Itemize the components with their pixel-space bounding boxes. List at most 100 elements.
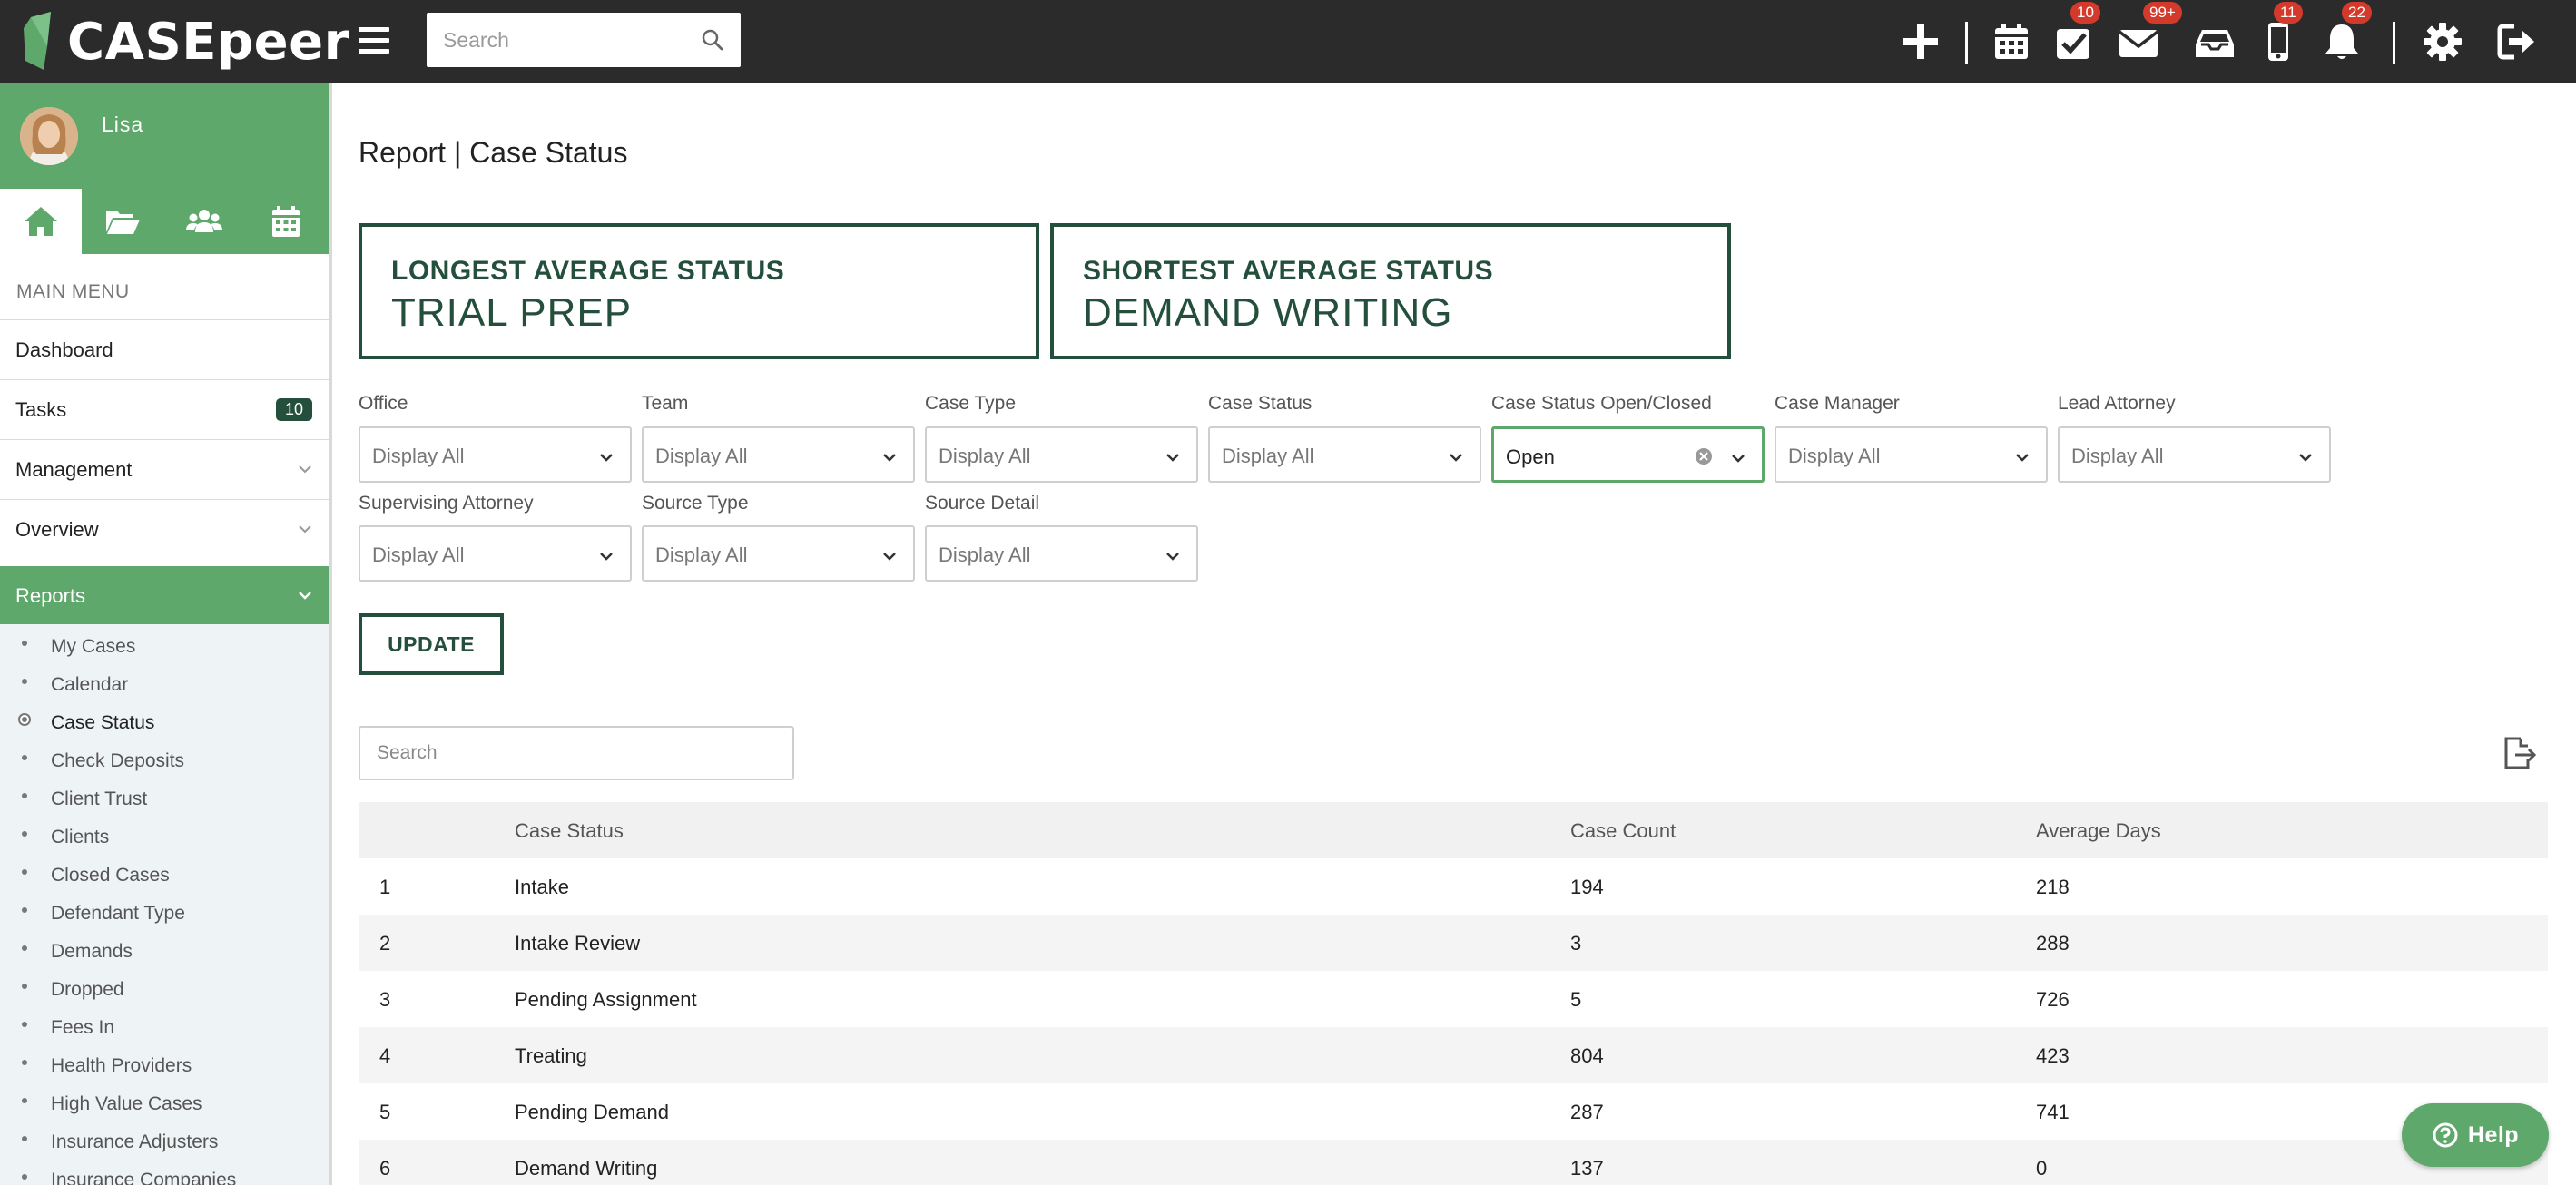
update-button[interactable]: UPDATE (359, 613, 504, 675)
help-button[interactable]: Help (2402, 1103, 2549, 1167)
help-label: Help (2467, 1121, 2520, 1148)
filter-label: Source Detail (925, 493, 1040, 514)
report-link-clients[interactable]: Clients (51, 827, 109, 848)
row-index: 3 (379, 988, 391, 1011)
table-search-box[interactable] (359, 726, 794, 780)
source-detail-select[interactable]: Display All (925, 525, 1198, 582)
source-type-select[interactable]: Display All (642, 525, 915, 582)
inbox-icon[interactable] (2188, 15, 2242, 69)
filter-label: Case Type (925, 393, 1017, 414)
report-link-fees-in[interactable]: Fees In (51, 1017, 114, 1039)
report-link-calendar[interactable]: Calendar (51, 674, 128, 696)
longest-status-card: LONGEST AVERAGE STATUS TRIAL PREP (359, 223, 1039, 359)
tab-calendar[interactable] (245, 189, 327, 254)
row-case-count: 287 (1570, 1101, 1604, 1123)
team-select[interactable]: Display All (642, 426, 915, 483)
tab-home[interactable] (0, 189, 82, 254)
case-type-select[interactable]: Display All (925, 426, 1198, 483)
table-row[interactable]: 3 Pending Assignment 5 726 (359, 971, 2548, 1027)
column-header-average-days[interactable]: Average Days (2036, 819, 2161, 843)
row-case-count: 5 (1570, 988, 1582, 1011)
phone-icon[interactable] (2251, 15, 2306, 69)
filter-label: Case Status Open/Closed (1491, 393, 1712, 414)
global-search-box[interactable] (427, 13, 741, 67)
sidebar-item-tasks[interactable]: Tasks 10 (0, 379, 329, 439)
sidebar-item-management[interactable]: Management (0, 439, 329, 499)
main-menu-heading: MAIN MENU (16, 281, 130, 302)
tab-cases[interactable] (82, 189, 163, 254)
row-index: 5 (379, 1101, 391, 1123)
row-case-status: Demand Writing (515, 1157, 658, 1180)
row-average-days: 423 (2036, 1044, 2070, 1067)
stat-label: LONGEST AVERAGE STATUS (391, 256, 785, 286)
chevron-down-icon (299, 465, 311, 474)
row-case-status: Pending Demand (515, 1101, 670, 1123)
chevron-down-icon (600, 454, 613, 462)
global-search-input[interactable] (427, 13, 741, 67)
logout-icon[interactable] (2490, 15, 2544, 69)
report-link-insurance-adjusters[interactable]: Insurance Adjusters (51, 1131, 218, 1153)
open-closed-select[interactable]: Open (1491, 426, 1765, 483)
folder-open-icon (106, 211, 140, 234)
plus-icon[interactable] (1893, 15, 1948, 69)
tasks-count-badge: 10 (275, 398, 312, 421)
chevron-down-icon (299, 592, 311, 600)
report-link-check-deposits[interactable]: Check Deposits (51, 750, 184, 772)
top-navbar: CASEpeer 10 (0, 0, 2576, 83)
report-link-client-trust[interactable]: Client Trust (51, 788, 147, 810)
case-manager-select[interactable]: Display All (1775, 426, 2048, 483)
supervising-attorney-select[interactable]: Display All (359, 525, 632, 582)
row-average-days: 741 (2036, 1101, 2070, 1123)
office-select[interactable]: Display All (359, 426, 632, 483)
bullet-icon (22, 831, 27, 837)
table-row[interactable]: 4 Treating 804 423 (359, 1027, 2548, 1083)
sidebar-item-dashboard[interactable]: Dashboard (0, 319, 329, 379)
bullet-icon (22, 907, 27, 913)
report-link-insurance-companies[interactable]: Insurance Companies (51, 1170, 236, 1185)
row-index: 6 (379, 1157, 391, 1180)
report-link-health-providers[interactable]: Health Providers (51, 1055, 192, 1077)
report-link-defendant-type[interactable]: Defendant Type (51, 903, 185, 925)
select-value: Display All (939, 544, 1031, 566)
table-row[interactable]: 1 Intake 194 218 (359, 858, 2548, 915)
avatar[interactable] (20, 107, 78, 165)
search-icon[interactable] (701, 28, 724, 52)
column-header-case-count[interactable]: Case Count (1570, 819, 1676, 843)
row-average-days: 288 (2036, 932, 2070, 955)
export-icon[interactable] (2501, 735, 2537, 771)
casepeer-logo[interactable]: CASEpeer (20, 5, 349, 78)
clear-icon[interactable] (1695, 447, 1713, 465)
report-link-my-cases[interactable]: My Cases (51, 636, 135, 658)
tab-contacts[interactable] (163, 189, 245, 254)
report-link-demands[interactable]: Demands (51, 941, 133, 963)
table-row[interactable]: 2 Intake Review 3 288 (359, 915, 2548, 971)
lead-attorney-select[interactable]: Display All (2058, 426, 2331, 483)
stat-value: DEMAND WRITING (1083, 290, 1453, 335)
reports-submenu: My Cases Calendar Case Status Check Depo… (0, 624, 329, 1185)
phone-badge: 11 (2274, 2, 2303, 24)
bullet-icon (22, 1174, 27, 1180)
sidebar-item-overview[interactable]: Overview (0, 499, 329, 559)
hamburger-menu-icon[interactable] (359, 22, 389, 58)
table-row[interactable]: 5 Pending Demand 287 741 (359, 1083, 2548, 1140)
report-link-dropped[interactable]: Dropped (51, 979, 124, 1001)
bullet-icon (22, 869, 27, 875)
table-search-input[interactable] (360, 728, 792, 779)
filter-label: Case Status (1208, 393, 1313, 414)
case-status-select[interactable]: Display All (1208, 426, 1481, 483)
sidebar-item-reports[interactable]: Reports (0, 566, 329, 635)
report-link-case-status[interactable]: Case Status (51, 712, 154, 734)
select-value: Display All (372, 544, 465, 566)
chevron-down-icon (2016, 454, 2029, 462)
calendar-icon[interactable] (1984, 15, 2039, 69)
report-link-high-value-cases[interactable]: High Value Cases (51, 1093, 202, 1115)
report-link-closed-cases[interactable]: Closed Cases (51, 865, 170, 886)
main-content: Report | Case Status LONGEST AVERAGE STA… (336, 83, 2576, 1185)
sidebar: Lisa MAIN MENU Dashboard Tasks 10 Manage… (0, 83, 332, 1185)
bullet-icon (22, 1022, 27, 1027)
gear-icon[interactable] (2415, 15, 2470, 69)
chevron-down-icon (1450, 454, 1462, 462)
table-row[interactable]: 6 Demand Writing 137 0 (359, 1140, 2548, 1185)
user-name[interactable]: Lisa (102, 113, 143, 137)
column-header-case-status[interactable]: Case Status (515, 819, 624, 843)
